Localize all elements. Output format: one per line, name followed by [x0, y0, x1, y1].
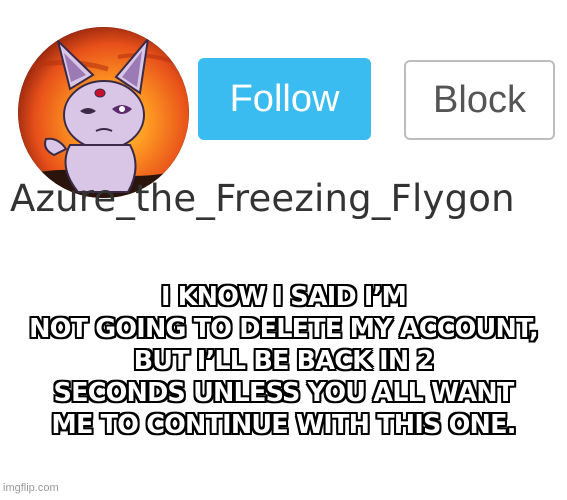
follow-button[interactable]: Follow	[198, 58, 371, 140]
avatar	[18, 27, 189, 198]
caption-line: ME TO CONTINUE WITH THIS ONE.	[51, 410, 516, 440]
espeon-avatar-icon	[18, 27, 189, 198]
imgflip-watermark: imgflip.com	[3, 482, 59, 494]
caption-line: I KNOW I SAID I’M	[160, 282, 407, 312]
caption-line: SECONDS UNLESS YOU ALL WANT	[53, 378, 515, 408]
caption-line: NOT GOING TO DELETE MY ACCOUNT,	[29, 314, 538, 344]
caption-line: BUT I’LL BE BACK IN 2	[133, 346, 435, 376]
meme-caption: I KNOW I SAID I’M NOT GOING TO DELETE MY…	[4, 281, 563, 441]
block-button[interactable]: Block	[404, 60, 555, 140]
username: Azure_the_Freezing_Flygon	[10, 177, 515, 220]
